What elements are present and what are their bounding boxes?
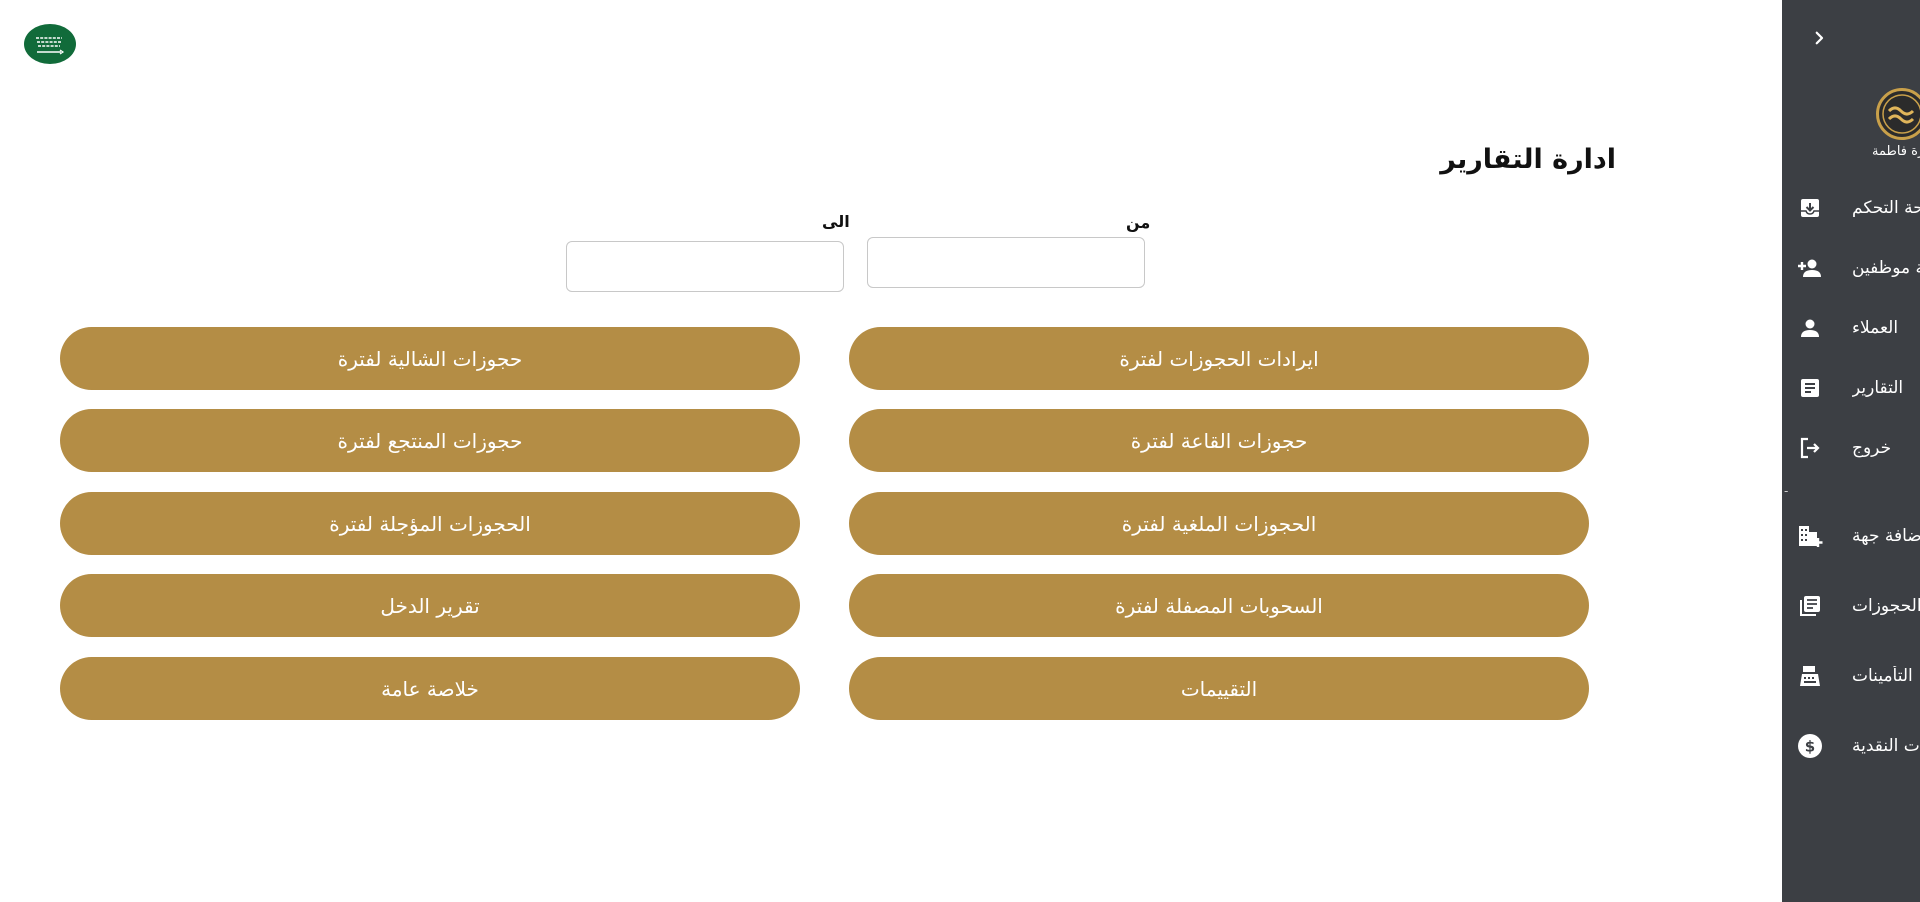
brand-logo <box>1876 88 1920 140</box>
archive-icon <box>1796 196 1824 220</box>
sidebar-item-label: العملاء <box>1852 318 1899 338</box>
logout-icon <box>1796 436 1824 460</box>
sidebar-item-customers[interactable]: العملاء <box>1782 308 1920 348</box>
withdrawals-report-button[interactable]: السحوبات المصفلة لفترة <box>849 574 1589 637</box>
income-report-button[interactable]: تقرير الدخل <box>60 574 800 637</box>
person-add-icon <box>1796 256 1824 280</box>
article-icon <box>1796 376 1824 400</box>
sidebar-item-cash-payments[interactable]: $ الدفعات النقدية <box>1782 726 1920 766</box>
page: إدارة فاطمة لوحة التحكم إضافة موظفين الع… <box>0 0 1920 902</box>
sidebar-item-add-employees[interactable]: إضافة موظفين <box>1782 248 1920 288</box>
svg-text:$: $ <box>1805 738 1815 756</box>
date-from-label: من <box>1126 213 1151 232</box>
date-to-input[interactable] <box>566 241 844 292</box>
library-books-icon <box>1796 594 1824 618</box>
sidebar-item-reports[interactable]: التقارير <box>1782 368 1920 408</box>
sidebar-item-label: لوحة التحكم <box>1852 198 1920 218</box>
chevron-right-icon <box>1810 29 1828 51</box>
chalet-bookings-report-button[interactable]: حجوزات الشالية لفترة <box>60 327 800 390</box>
sidebar-item-logout[interactable]: خروج <box>1782 428 1920 468</box>
sidebar-item-label: الحجوزات <box>1852 596 1920 616</box>
general-summary-button[interactable]: خلاصة عامة <box>60 657 800 720</box>
sidebar-item-deposits[interactable]: التأمينات <box>1782 656 1920 696</box>
sidebar-toggle-button[interactable] <box>1799 24 1839 56</box>
postponed-bookings-report-button[interactable]: الحجوزات المؤجلة لفترة <box>60 492 800 555</box>
hall-bookings-report-button[interactable]: حجوزات القاعة لفترة <box>849 409 1589 472</box>
sidebar-item-dashboard[interactable]: لوحة التحكم <box>1782 188 1920 228</box>
sidebar-item-label: الدفعات النقدية <box>1852 736 1920 756</box>
booking-revenue-report-button[interactable]: ايرادات الحجوزات لفترة <box>849 327 1589 390</box>
resort-bookings-report-button[interactable]: حجوزات المنتجع لفترة <box>60 409 800 472</box>
sidebar-item-label: إضافة جهة <box>1852 526 1920 546</box>
add-business-icon <box>1796 524 1824 548</box>
date-from-input[interactable] <box>867 237 1145 288</box>
logo-caption: إدارة فاطمة <box>1872 144 1920 159</box>
date-to-label: الى <box>822 212 850 231</box>
sidebar-item-label: خروج <box>1852 438 1892 458</box>
sidebar-item-add-entity[interactable]: إضافة جهة <box>1782 516 1920 556</box>
page-title: ادارة التقارير <box>1440 144 1616 175</box>
sidebar-item-label: إضافة موظفين <box>1852 258 1920 278</box>
sidebar-item-bookings[interactable]: الحجوزات <box>1782 586 1920 626</box>
ratings-report-button[interactable]: التقييمات <box>849 657 1589 720</box>
dollar-circle-icon: $ <box>1796 734 1824 758</box>
saudi-flag-icon <box>24 24 76 64</box>
sidebar-item-label: التأمينات <box>1852 666 1913 686</box>
person-icon <box>1796 316 1824 340</box>
sidebar-item-label: التقارير <box>1852 378 1904 398</box>
sidebar-separator: - <box>1784 484 1789 498</box>
cash-register-icon <box>1796 664 1824 688</box>
cancelled-bookings-report-button[interactable]: الحجوزات الملغية لفترة <box>849 492 1589 555</box>
